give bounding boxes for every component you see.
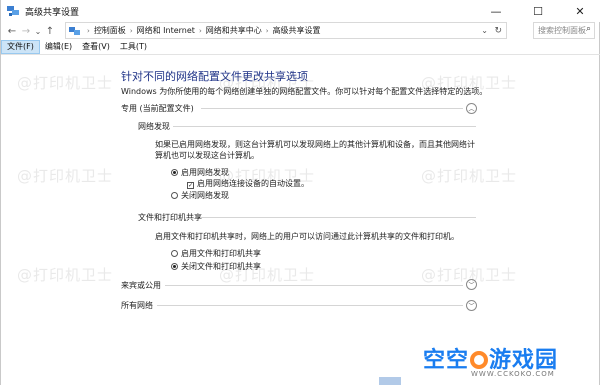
file-sharing-on-option[interactable]: 启用文件和打印机共享 (171, 248, 261, 259)
section-divider (200, 217, 476, 218)
breadcrumb-separator: › (87, 26, 90, 35)
breadcrumb-separator: › (129, 26, 133, 35)
watermark: @打印机卫士 (17, 74, 114, 92)
guest-profile-label[interactable]: 来宾或公用 (121, 280, 161, 291)
breadcrumb-control-panel[interactable]: 控制面板 (94, 25, 126, 36)
menu-tools[interactable]: 工具(T) (115, 40, 152, 54)
menu-edit[interactable]: 编辑(E) (40, 40, 77, 54)
navigation-bar: ← → ⌄ ↑ › 控制面板 › 网络和 Internet › 网络和共享中心 … (1, 22, 600, 40)
breadcrumb-network-sharing-center[interactable]: 网络和共享中心 (206, 25, 262, 36)
recent-locations-button[interactable]: ⌄ (33, 23, 43, 39)
menu-bar: 文件(F) 编辑(E) 查看(V) 工具(T) (1, 40, 600, 54)
file-printer-sharing-text: 启用文件和打印机共享时，网络上的用户可以访问通过此计算机共享的文件和打印机。 (155, 232, 459, 241)
all-networks-label[interactable]: 所有网络 (121, 300, 153, 311)
title-bar: 高级共享设置 — ☐ ✕ (1, 0, 600, 22)
watermark: @打印机卫士 (17, 266, 114, 284)
section-divider (165, 285, 463, 286)
section-divider (157, 305, 463, 306)
network-settings-icon (7, 6, 19, 16)
network-discovery-off-label: 关闭网络发现 (181, 191, 229, 200)
breadcrumb-separator: › (265, 26, 269, 35)
up-button[interactable]: ↑ (43, 23, 57, 39)
search-box[interactable]: 搜索控制面板 ⌕ (533, 22, 595, 39)
watermark: @打印机卫士 (421, 266, 518, 284)
watermark: @打印机卫士 (421, 167, 518, 185)
expand-all-networks-icon[interactable]: ﹀ (466, 300, 477, 311)
refresh-icon[interactable]: ↻ (494, 23, 502, 39)
address-bar[interactable]: › 控制面板 › 网络和 Internet › 网络和共享中心 › 高级共享设置… (65, 22, 507, 39)
radio-unselected[interactable] (171, 192, 178, 199)
watermark: @打印机卫士 (421, 74, 518, 92)
window-title: 高级共享设置 (25, 7, 80, 18)
collapse-private-icon[interactable]: ︿ (466, 103, 477, 114)
main-content: 针对不同的网络配置文件更改共享选项 Windows 为你所使用的每个网络创建单独… (1, 55, 600, 385)
window: 高级共享设置 — ☐ ✕ ← → ⌄ ↑ › 控制面板 › 网络和 Intern… (0, 0, 600, 385)
maximize-button[interactable]: ☐ (517, 0, 559, 22)
private-profile-label[interactable]: 专用 (当前配置文件) (121, 103, 194, 114)
breadcrumb-separator: › (198, 26, 202, 35)
logo-ring-icon (470, 351, 489, 369)
control-panel-icon (69, 26, 80, 35)
close-button[interactable]: ✕ (559, 0, 600, 22)
file-printer-sharing-label: 文件和打印机共享 (138, 213, 202, 222)
section-divider (173, 126, 476, 127)
menu-view[interactable]: 查看(V) (77, 40, 115, 54)
menu-file[interactable]: 文件(F) (1, 40, 40, 54)
radio-selected[interactable] (171, 263, 178, 270)
radio-unselected[interactable] (171, 250, 178, 257)
breadcrumb-advanced-sharing[interactable]: 高级共享设置 (273, 25, 321, 36)
minimize-button[interactable]: — (475, 0, 517, 22)
address-dropdown-icon[interactable]: ⌄ (481, 23, 488, 39)
taskbar-thumbnail (379, 377, 401, 385)
forward-button[interactable]: → (19, 23, 33, 39)
site-logo-url: WWW.CCKOKO.COM (471, 370, 555, 378)
network-discovery-off-option[interactable]: 关闭网络发现 (171, 190, 229, 201)
logo-text-left: 空空 (423, 348, 470, 373)
watermark: @打印机卫士 (219, 266, 316, 284)
watermark: @打印机卫士 (219, 167, 316, 185)
search-icon[interactable]: ⌕ (586, 24, 591, 34)
breadcrumb-network-internet[interactable]: 网络和 Internet (137, 25, 195, 36)
section-divider (201, 108, 463, 109)
checkbox-checked[interactable]: ✓ (187, 182, 194, 189)
file-sharing-on-label: 启用文件和打印机共享 (181, 249, 261, 258)
network-discovery-text: 如果已启用网络发现，则这台计算机可以发现网络上的其他计算机和设备，而且其他网络计… (155, 140, 475, 160)
search-input[interactable]: 搜索控制面板 (538, 25, 586, 36)
back-button[interactable]: ← (5, 23, 19, 39)
network-discovery-label: 网络发现 (138, 122, 170, 131)
watermark: @打印机卫士 (219, 74, 316, 92)
watermark: @打印机卫士 (17, 167, 114, 185)
radio-selected[interactable] (171, 169, 178, 176)
